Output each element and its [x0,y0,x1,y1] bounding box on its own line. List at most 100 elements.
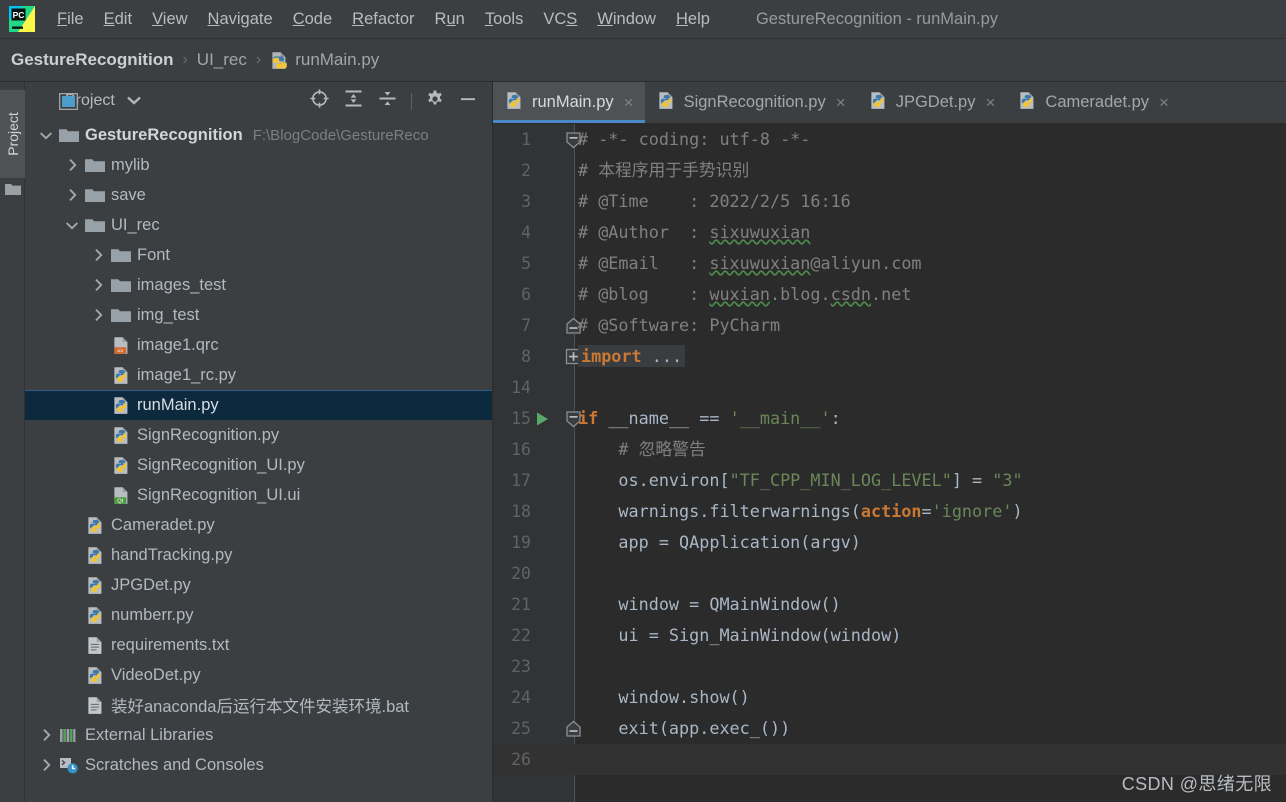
chevron-right-icon[interactable] [61,158,83,172]
chevron-right-icon[interactable] [87,308,109,322]
menu-tools[interactable]: Tools [475,8,534,31]
menu-vcs[interactable]: VCS [533,8,587,31]
breadcrumb-item-file[interactable]: runMain.py [295,50,379,70]
code-line[interactable]: 15 if __name__ == '__main__': [493,403,1286,434]
chevron-right-icon[interactable] [87,278,109,292]
close-icon[interactable]: × [1159,94,1169,111]
code-line[interactable]: 22 ui = Sign_MainWindow(window) [493,620,1286,651]
code-line[interactable]: 7 # @Software: PyCharm [493,310,1286,341]
chevron-down-icon[interactable] [35,130,57,141]
tree-row[interactable]: VideoDet.py [25,660,492,690]
tree-row[interactable]: SignRecognition.py [25,420,492,450]
menu-help[interactable]: Help [666,8,720,31]
chevron-down-icon[interactable] [61,220,83,231]
settings-gear-icon[interactable] [425,89,445,114]
menu-run[interactable]: Run [425,8,475,31]
folder-icon [83,157,107,174]
code-line[interactable]: 16 # 忽略警告 [493,434,1286,465]
code-line[interactable]: 1 # -*- coding: utf-8 -*- [493,124,1286,155]
breadcrumb-item-project[interactable]: GestureRecognition [11,50,173,70]
code-line[interactable]: 25 exit(app.exec_()) [493,713,1286,744]
chevron-right-icon[interactable] [35,728,57,742]
tree-row[interactable]: images_test [25,270,492,300]
menu-window[interactable]: Window [587,8,666,31]
tree-row[interactable]: GestureRecognition F:\BlogCode\GestureRec… [25,120,492,150]
tree-row[interactable]: mylib [25,150,492,180]
breadcrumb-separator-icon: › [182,51,188,68]
close-icon[interactable]: × [624,94,634,111]
code-lines[interactable]: 1 # -*- coding: utf-8 -*- 2 # 本程序用于手势识别 3 # @… [493,124,1286,802]
chevron-right-icon[interactable] [87,248,109,262]
code-line[interactable]: 21 window = QMainWindow() [493,589,1286,620]
code-line-text: # -*- coding: utf-8 -*- [578,129,811,149]
select-opened-file-icon[interactable] [309,88,330,114]
code-line[interactable]: 24 window.show() [493,682,1286,713]
tree-row[interactable]: <> image1.qrc [25,330,492,360]
tree-row[interactable]: numberr.py [25,600,492,630]
code-line[interactable]: 19 app = QApplication(argv) [493,527,1286,558]
menu-file[interactable]: File [47,8,94,31]
run-gutter-icon[interactable] [535,411,550,432]
code-line[interactable]: 17 os.environ["TF_CPP_MIN_LOG_LEVEL"] = … [493,465,1286,496]
tree-row[interactable]: 装好anaconda后运行本文件安装环境.bat [25,690,492,720]
breadcrumb-item-folder[interactable]: UI_rec [197,50,247,70]
line-number: 23 [511,657,531,676]
toolwindow-button-project[interactable]: Project [0,90,25,178]
menu-view[interactable]: View [142,8,197,31]
tree-row-label: SignRecognition.py [137,425,280,444]
tree-row[interactable]: Cameradet.py [25,510,492,540]
tree-row[interactable]: img_test [25,300,492,330]
menu-navigate[interactable]: Navigate [198,8,283,31]
folder-icon[interactable] [5,182,21,201]
code-line[interactable]: 5 # @Email : sixuwuxian@aliyun.com [493,248,1286,279]
hide-panel-icon[interactable] [458,89,478,114]
qt-ui-file-icon: Qt [109,486,133,505]
chevron-right-icon[interactable] [35,758,57,772]
close-icon[interactable]: × [836,94,846,111]
code-line[interactable]: 20 [493,558,1286,589]
code-line[interactable]: 18 warnings.filterwarnings(action='ignor… [493,496,1286,527]
tree-row[interactable]: External Libraries [25,720,492,750]
folder-icon [83,217,107,234]
chevron-down-icon[interactable] [126,92,141,110]
tree-row[interactable]: handTracking.py [25,540,492,570]
code-editor[interactable]: 1 # -*- coding: utf-8 -*- 2 # 本程序用于手势识别 3 # @… [493,124,1286,802]
menu-edit[interactable]: Edit [94,8,142,31]
collapse-all-icon[interactable] [377,88,398,114]
tree-row[interactable]: runMain.py [25,390,492,420]
editor-tab[interactable]: SignRecognition.py × [645,82,857,123]
chevron-right-icon[interactable] [61,188,83,202]
editor-tab[interactable]: Cameradet.py × [1006,82,1180,123]
tree-row[interactable]: Font [25,240,492,270]
editor-tab[interactable]: runMain.py × [493,82,645,123]
code-line[interactable]: 3 # @Time : 2022/2/5 16:16 [493,186,1286,217]
tree-row[interactable]: Scratches and Consoles [25,750,492,780]
tree-row-label: GestureRecognition [85,125,243,144]
editor-tab[interactable]: JPGDet.py × [857,82,1007,123]
code-line-text: # 本程序用于手势识别 [578,160,750,180]
tree-row[interactable]: image1_rc.py [25,360,492,390]
code-line[interactable]: 6 # @blog : wuxian.blog.csdn.net [493,279,1286,310]
code-line[interactable]: 23 [493,651,1286,682]
close-icon[interactable]: × [985,94,995,111]
expand-all-icon[interactable] [343,88,364,114]
code-line[interactable]: 8 import ... [493,341,1286,372]
python-file-icon [869,91,888,115]
left-tool-strip: Project [0,82,25,802]
python-file-icon [109,396,133,415]
editor-tab-bar[interactable]: runMain.py × SignRecognition.py × JPGDet.py ×… [493,82,1286,124]
tree-row[interactable]: JPGDet.py [25,570,492,600]
code-line[interactable]: 4 # @Author : sixuwuxian [493,217,1286,248]
menu-bar: PC File Edit View Navigate Code Refactor… [0,0,1286,39]
menu-refactor[interactable]: Refactor [342,8,424,31]
code-line[interactable]: 14 [493,372,1286,403]
breadcrumb: GestureRecognition › UI_rec › runMain.py [0,39,1286,82]
code-line[interactable]: 2 # 本程序用于手势识别 [493,155,1286,186]
tree-row[interactable]: Qt SignRecognition_UI.ui [25,480,492,510]
tree-row[interactable]: UI_rec [25,210,492,240]
tree-row[interactable]: SignRecognition_UI.py [25,450,492,480]
project-tree[interactable]: GestureRecognition F:\BlogCode\GestureRec… [25,120,492,802]
tree-row[interactable]: requirements.txt [25,630,492,660]
tree-row[interactable]: save [25,180,492,210]
menu-code[interactable]: Code [283,8,342,31]
